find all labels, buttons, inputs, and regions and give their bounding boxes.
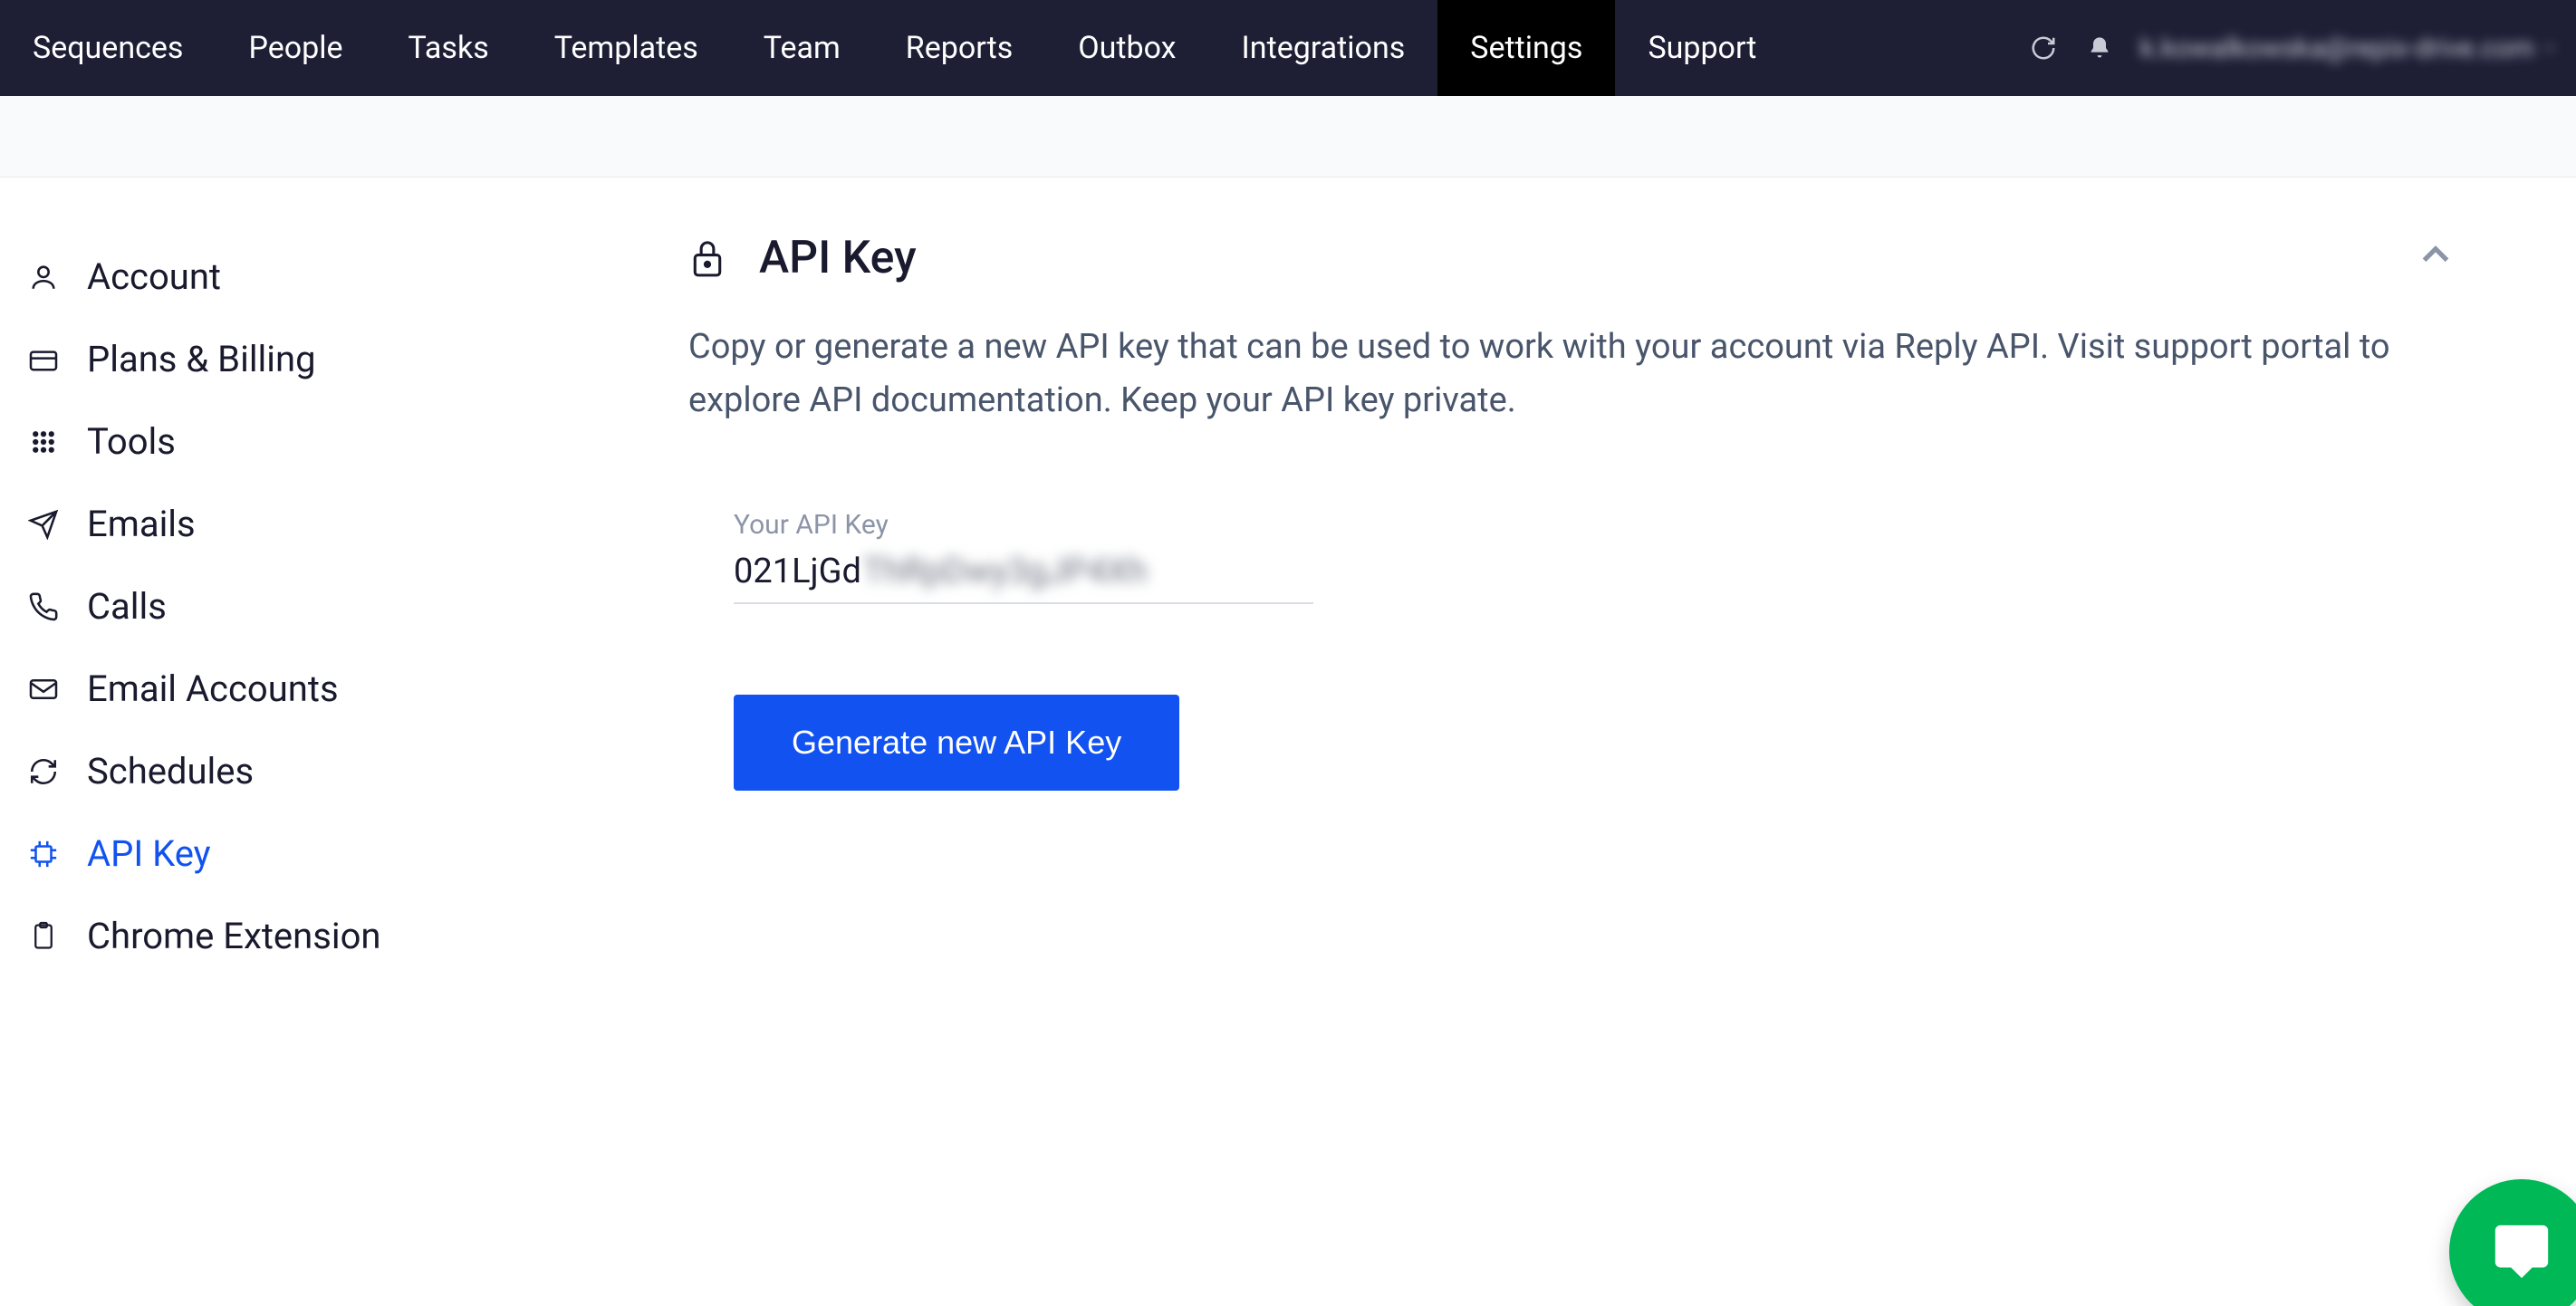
nav-integrations[interactable]: Integrations [1209,0,1438,96]
bell-icon[interactable] [2084,33,2115,63]
sidebar-item-label: Account [87,255,221,298]
mail-icon [25,671,62,707]
nav-templates[interactable]: Templates [522,0,731,96]
sidebar-item-account[interactable]: Account [25,235,598,318]
clipboard-icon [25,918,62,955]
section-title: API Key [759,232,917,284]
nav-tasks[interactable]: Tasks [376,0,522,96]
api-key-obscured: ThRpDwy3gJP4Xh [863,552,1148,591]
generate-api-key-button[interactable]: Generate new API Key [734,695,1179,791]
nav-sequences[interactable]: Sequences [0,0,216,96]
chat-launcher[interactable] [2449,1179,2576,1306]
nav-reports[interactable]: Reports [873,0,1046,96]
phone-icon [25,589,62,625]
nav-people[interactable]: People [216,0,375,96]
api-key-value[interactable]: 021LjGd ThRpDwy3gJP4Xh [734,552,1313,604]
sidebar-item-label: Email Accounts [87,667,339,710]
cycle-icon [25,754,62,790]
user-email: k.kowalkowska@repix-drive.com [2140,33,2534,64]
sidebar-item-schedules[interactable]: Schedules [25,730,598,812]
sidebar-item-label: Emails [87,503,196,545]
nav-outbox[interactable]: Outbox [1045,0,1208,96]
card-icon [25,341,62,378]
api-key-label: Your API Key [734,509,1313,541]
lock-icon [688,236,732,280]
content-area: Account Plans & Billing Tools Emails Cal [0,178,2576,977]
user-icon [25,259,62,295]
section-description: Copy or generate a new API key that can … [688,321,2409,427]
grid-icon [25,424,62,460]
sidebar-item-email-accounts[interactable]: Email Accounts [25,648,598,730]
chevron-down-icon [2542,40,2558,56]
sidebar-item-billing[interactable]: Plans & Billing [25,318,598,400]
sidebar-item-label: API Key [87,832,211,875]
send-icon [25,506,62,543]
nav-team[interactable]: Team [731,0,873,96]
chat-icon [2490,1220,2553,1283]
sidebar-item-label: Chrome Extension [87,915,381,957]
collapse-toggle[interactable] [2413,232,2458,281]
sidebar-item-label: Tools [87,420,176,463]
settings-sidebar: Account Plans & Billing Tools Emails Cal [0,178,598,977]
sidebar-item-api-key[interactable]: API Key [25,812,598,895]
nav-settings[interactable]: Settings [1437,0,1615,96]
nav-support[interactable]: Support [1615,0,1789,96]
api-key-field: Your API Key 021LjGd ThRpDwy3gJP4Xh [734,509,1313,604]
main-panel: API Key Copy or generate a new API key t… [598,178,2576,977]
chevron-up-icon [2413,232,2458,277]
sidebar-item-calls[interactable]: Calls [25,565,598,648]
chip-icon [25,836,62,872]
sub-header-strip [0,96,2576,178]
sidebar-item-label: Calls [87,585,167,628]
sidebar-item-tools[interactable]: Tools [25,400,598,483]
sidebar-item-chrome-extension[interactable]: Chrome Extension [25,895,598,977]
sidebar-item-label: Schedules [87,750,254,792]
refresh-icon[interactable] [2028,33,2059,63]
section-header: API Key [688,232,2504,284]
sidebar-item-label: Plans & Billing [87,338,316,380]
sidebar-item-emails[interactable]: Emails [25,483,598,565]
top-nav-right: k.kowalkowska@repix-drive.com [2028,33,2576,64]
top-nav: Sequences People Tasks Templates Team Re… [0,0,2576,96]
api-key-prefix: 021LjGd [734,552,861,591]
user-menu[interactable]: k.kowalkowska@repix-drive.com [2140,33,2558,64]
